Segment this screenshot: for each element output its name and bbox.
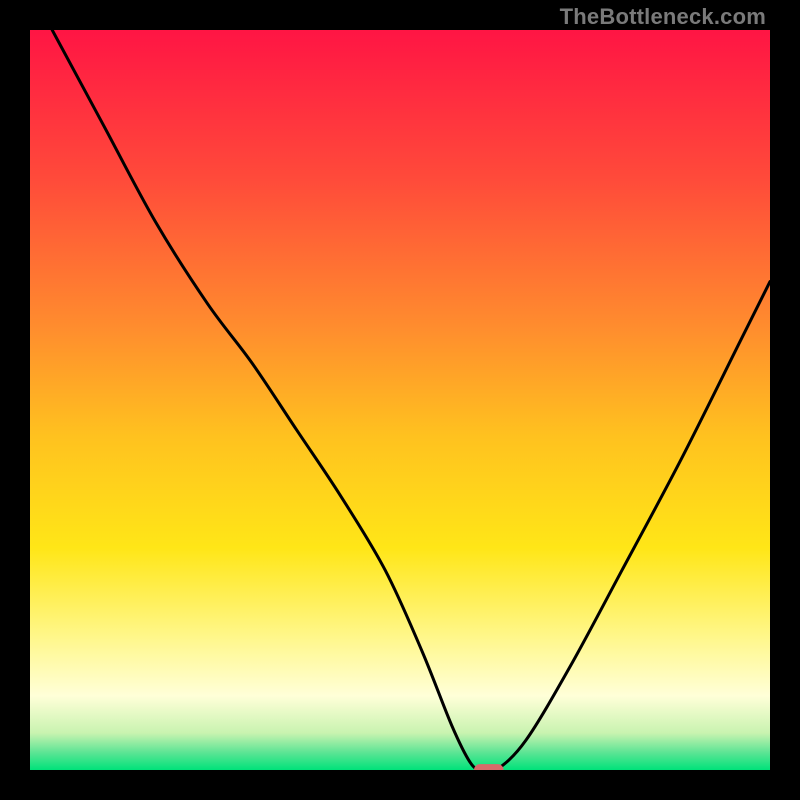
optimal-marker	[474, 764, 504, 770]
plot-area	[30, 30, 770, 770]
chart-frame: TheBottleneck.com	[0, 0, 800, 800]
gradient-background	[30, 30, 770, 770]
bottleneck-chart	[30, 30, 770, 770]
watermark-text: TheBottleneck.com	[560, 4, 766, 30]
